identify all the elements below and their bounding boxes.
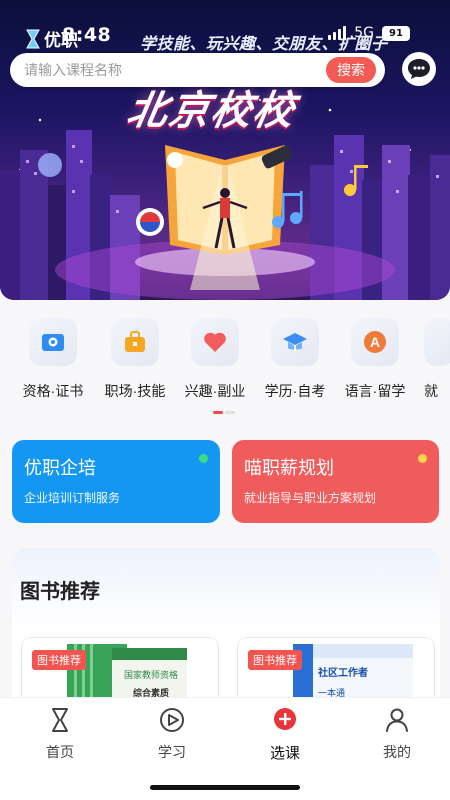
brand-logo[interactable]: 优职	[26, 26, 78, 51]
certificate-icon	[29, 318, 77, 366]
category-language[interactable]: A 语言·留学	[330, 318, 420, 401]
section-title: 图书推荐	[20, 581, 100, 603]
tab-home[interactable]: 首页	[20, 706, 100, 762]
letter-a-icon: A	[351, 318, 399, 366]
promo-title: 优职企培	[24, 458, 96, 478]
hourglass-logo-icon	[26, 29, 40, 48]
status-indicators: 5G 91	[328, 25, 410, 41]
tab-label: 我的	[383, 744, 411, 760]
app-root: 8:48 优职 学技能、玩兴趣、交朋友、扩圈子 5G 91 搜索 北京校校	[0, 0, 450, 800]
tab-label: 学习	[158, 744, 186, 760]
chat-button[interactable]	[402, 52, 436, 86]
category-hobby[interactable]: 兴趣·副业	[170, 318, 260, 401]
category-education[interactable]: 学历·自考	[250, 318, 340, 401]
tab-label: 选课	[269, 745, 300, 762]
hourglass-icon	[52, 708, 68, 732]
person-icon	[386, 708, 408, 732]
status-dot	[199, 454, 208, 463]
promo-card-career-planning[interactable]: 喵职薪规划 就业指导与职业方案规划	[232, 440, 439, 523]
heart-icon	[191, 318, 239, 366]
category-label: 兴趣·副业	[184, 383, 246, 399]
tab-profile[interactable]: 我的	[357, 706, 437, 762]
category-row: 资格·证书 职场·技能 兴趣·副业 学历·自考 A 语言·留学 就	[0, 318, 450, 408]
tab-study[interactable]: 学习	[132, 706, 212, 762]
category-label: 语言·留学	[344, 383, 406, 399]
promo-card-enterprise-training[interactable]: 优职企培 企业培训订制服务	[12, 440, 220, 523]
category-certificate[interactable]: 资格·证书	[8, 318, 98, 401]
tab-courses[interactable]: 选课	[245, 706, 325, 763]
plus-circle-icon	[274, 708, 296, 730]
category-partial[interactable]: 就	[410, 318, 450, 401]
battery-icon: 91	[382, 25, 410, 41]
signal-icon	[328, 26, 347, 40]
promo-title: 喵职薪规划	[244, 458, 334, 478]
search-button[interactable]: 搜索	[326, 57, 376, 83]
category-label: 资格·证书	[22, 383, 84, 399]
graduation-cap-icon	[271, 318, 319, 366]
status-dot	[418, 454, 427, 463]
category-page-indicator	[213, 411, 237, 415]
book-tag: 图书推荐	[32, 650, 86, 670]
category-label: 就	[424, 383, 438, 399]
book-cover-title: 社区工作者	[318, 668, 368, 679]
brand-name: 优职	[44, 31, 78, 51]
book-tag: 图书推荐	[248, 650, 302, 670]
category-label: 职场·技能	[104, 383, 166, 399]
svg-text:A: A	[370, 334, 380, 350]
network-label: 5G	[354, 25, 374, 41]
promo-subtitle: 就业指导与职业方案规划	[244, 491, 377, 505]
chat-bubble-icon	[408, 59, 430, 79]
tab-label: 首页	[46, 744, 74, 760]
promo-subtitle: 企业培训订制服务	[24, 491, 121, 505]
partial-icon	[424, 318, 450, 366]
category-career-skills[interactable]: 职场·技能	[90, 318, 180, 401]
category-label: 学历·自考	[264, 383, 326, 399]
home-indicator[interactable]	[150, 785, 300, 790]
banner-title: 北京校校	[123, 88, 300, 134]
play-icon	[160, 708, 184, 732]
book-cover-title: 国家教师资格	[123, 670, 178, 680]
briefcase-icon	[111, 318, 159, 366]
hero-banner[interactable]: 8:48 优职 学技能、玩兴趣、交朋友、扩圈子 5G 91 搜索 北京校校	[0, 0, 450, 300]
